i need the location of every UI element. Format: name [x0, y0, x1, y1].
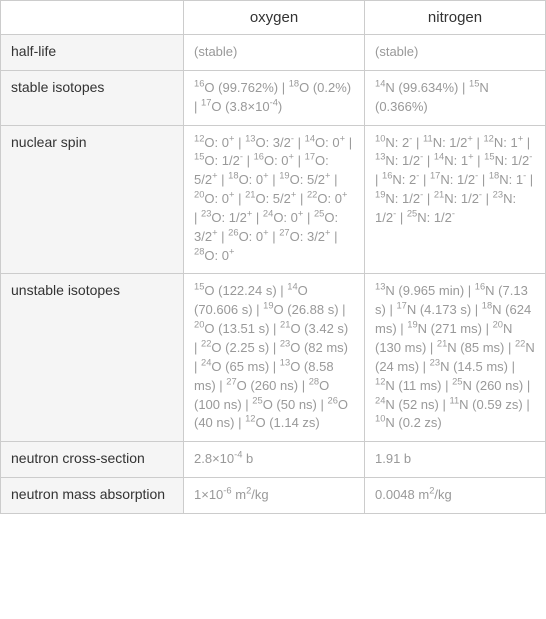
- row-label-nuclear-spin: nuclear spin: [1, 125, 184, 274]
- table-row: nuclear spin 12O: 0+ | 13O: 3/2- | 14O: …: [1, 125, 546, 274]
- cell-half-life-nitrogen: (stable): [365, 35, 546, 71]
- row-label-unstable-isotopes: unstable isotopes: [1, 274, 184, 442]
- cell-nuclear-spin-oxygen: 12O: 0+ | 13O: 3/2- | 14O: 0+ | 15O: 1/2…: [184, 125, 365, 274]
- table-row: stable isotopes 16O (99.762%) | 18O (0.2…: [1, 70, 546, 125]
- cell-neutron-cross-section-nitrogen: 1.91 b: [365, 442, 546, 478]
- cell-nuclear-spin-nitrogen: 10N: 2- | 11N: 1/2+ | 12N: 1+ | 13N: 1/2…: [365, 125, 546, 274]
- cell-neutron-mass-absorption-nitrogen: 0.0048 m2/kg: [365, 478, 546, 514]
- col-header-oxygen: oxygen: [184, 1, 365, 35]
- cell-stable-isotopes-oxygen: 16O (99.762%) | 18O (0.2%) | 17O (3.8×10…: [184, 70, 365, 125]
- cell-neutron-cross-section-oxygen: 2.8×10-4 b: [184, 442, 365, 478]
- table-row: neutron mass absorption 1×10-6 m2/kg 0.0…: [1, 478, 546, 514]
- row-label-neutron-cross-section: neutron cross-section: [1, 442, 184, 478]
- cell-unstable-isotopes-oxygen: 15O (122.24 s) | 14O (70.606 s) | 19O (2…: [184, 274, 365, 442]
- corner-cell: [1, 1, 184, 35]
- cell-neutron-mass-absorption-oxygen: 1×10-6 m2/kg: [184, 478, 365, 514]
- row-label-half-life: half-life: [1, 35, 184, 71]
- table-row: unstable isotopes 15O (122.24 s) | 14O (…: [1, 274, 546, 442]
- table-row: neutron cross-section 2.8×10-4 b 1.91 b: [1, 442, 546, 478]
- col-header-nitrogen: nitrogen: [365, 1, 546, 35]
- cell-stable-isotopes-nitrogen: 14N (99.634%) | 15N (0.366%): [365, 70, 546, 125]
- cell-unstable-isotopes-nitrogen: 13N (9.965 min) | 16N (7.13 s) | 17N (4.…: [365, 274, 546, 442]
- row-label-stable-isotopes: stable isotopes: [1, 70, 184, 125]
- table-row: half-life (stable) (stable): [1, 35, 546, 71]
- row-label-neutron-mass-absorption: neutron mass absorption: [1, 478, 184, 514]
- comparison-table: oxygen nitrogen half-life (stable) (stab…: [0, 0, 546, 514]
- cell-half-life-oxygen: (stable): [184, 35, 365, 71]
